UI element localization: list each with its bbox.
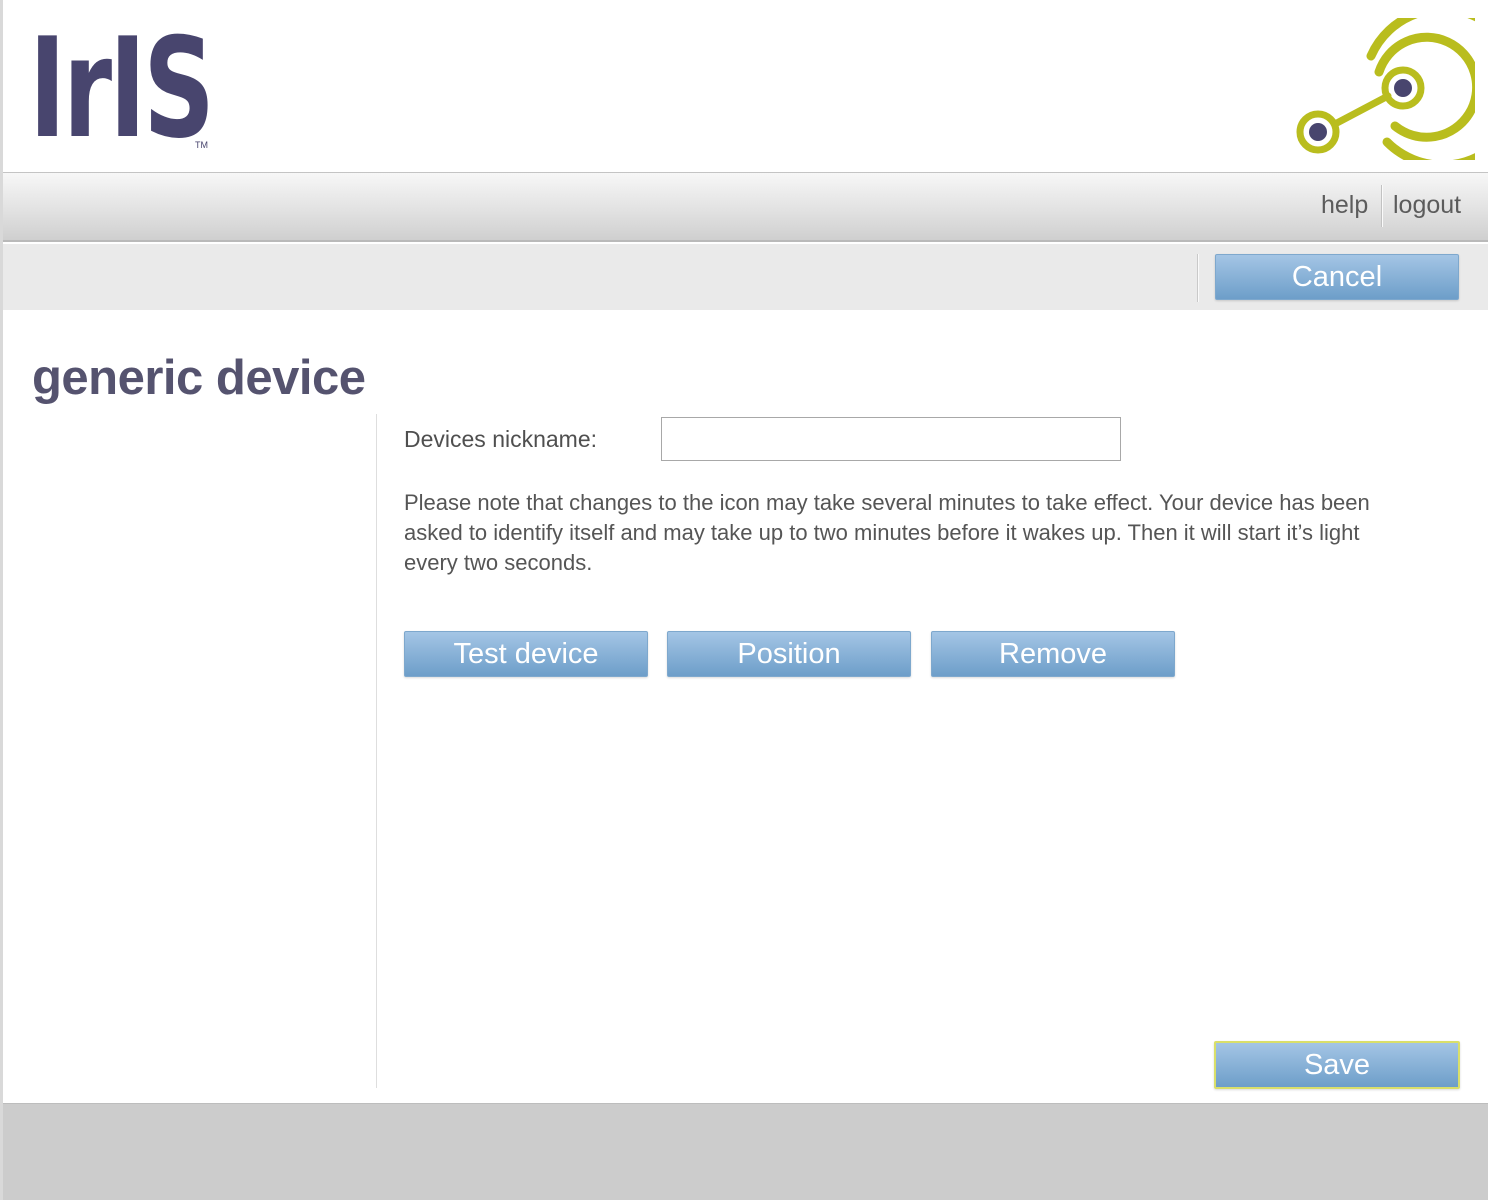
iris-logo: IrIS: [29, 8, 215, 169]
page-title: generic device: [32, 351, 366, 405]
nickname-input[interactable]: [661, 417, 1121, 461]
cancel-button[interactable]: Cancel: [1215, 254, 1459, 300]
top-navbar: help logout: [3, 172, 1488, 242]
action-bar-divider: [1197, 254, 1198, 302]
logout-link[interactable]: logout: [1393, 191, 1461, 220]
help-link[interactable]: help: [1321, 191, 1368, 220]
page-footer: [3, 1103, 1488, 1200]
nickname-label: Devices nickname:: [404, 426, 598, 452]
app-header: IrIS TM: [3, 0, 1488, 172]
nav-divider: [1381, 185, 1382, 227]
signal-target-icon: [1296, 18, 1475, 160]
save-button[interactable]: Save: [1214, 1041, 1460, 1089]
remove-button[interactable]: Remove: [931, 631, 1175, 677]
trademark-mark: TM: [195, 140, 208, 150]
content-divider: [376, 414, 377, 1088]
position-button[interactable]: Position: [667, 631, 911, 677]
test-device-button[interactable]: Test device: [404, 631, 648, 677]
identify-note: Please note that changes to the icon may…: [404, 490, 1370, 575]
action-bar: Cancel: [3, 244, 1488, 310]
